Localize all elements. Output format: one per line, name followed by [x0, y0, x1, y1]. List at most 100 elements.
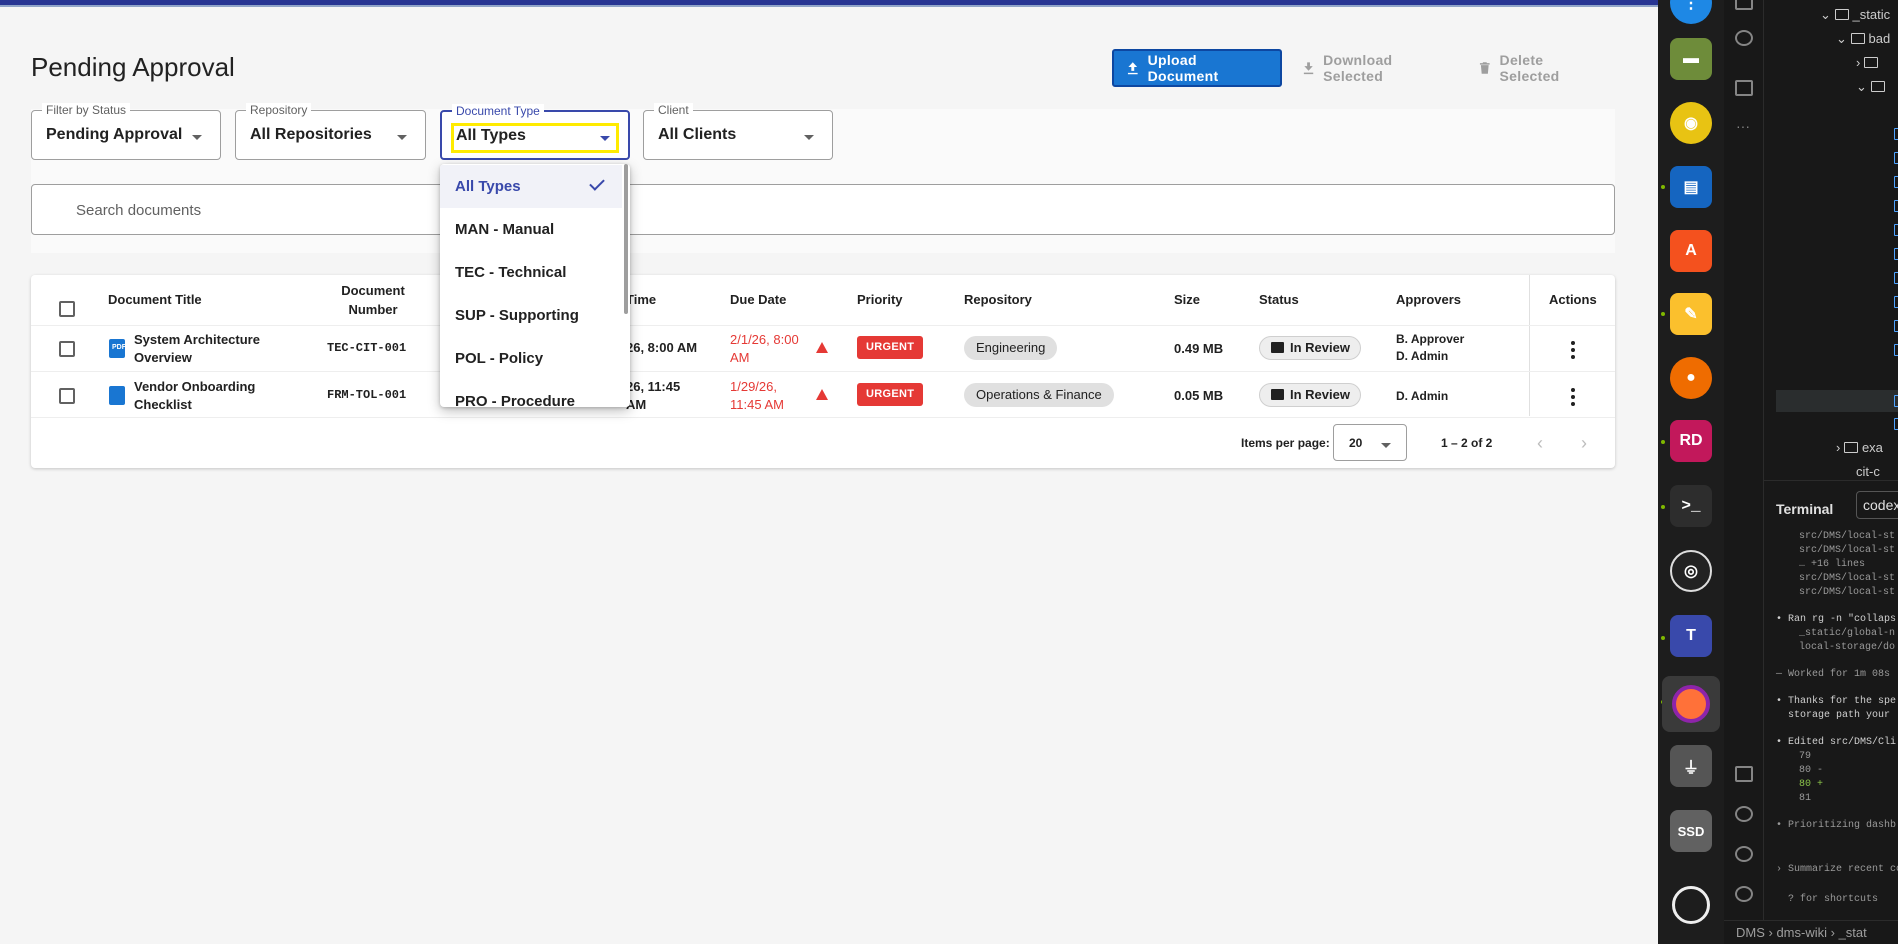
header-repository[interactable]: Repository [964, 290, 1032, 309]
more-icon[interactable]: ··· [1736, 118, 1750, 134]
select-all-checkbox[interactable] [59, 301, 75, 317]
previous-page-icon[interactable]: ‹ [1537, 434, 1543, 452]
terminal-prompt[interactable]: › Summarize recent co [1776, 864, 1898, 875]
file-icon [1894, 395, 1898, 407]
text-editor-icon[interactable]: ✎ [1670, 293, 1712, 335]
breadcrumb-item[interactable]: _stat [1839, 925, 1867, 940]
header-priority[interactable]: Priority [857, 290, 903, 309]
row-checkbox[interactable] [59, 341, 75, 357]
tree-folder[interactable]: › exa [1836, 440, 1883, 455]
teams-icon[interactable]: T [1670, 615, 1712, 657]
priority-badge: URGENT [857, 336, 924, 359]
tree-folder[interactable]: ⌄ _static [1820, 7, 1890, 23]
run-icon[interactable] [1735, 886, 1753, 902]
document-title[interactable]: Vendor Onboarding Checklist [134, 378, 274, 414]
row-divider [31, 371, 1615, 372]
usb-icon[interactable]: ⏚ [1670, 745, 1712, 787]
ssd-icon[interactable]: SSD [1670, 810, 1712, 852]
file-icon[interactable] [1894, 248, 1898, 260]
menu-item-technical[interactable]: TEC - Technical [440, 251, 622, 294]
menu-item-supporting[interactable]: SUP - Supporting [440, 294, 622, 337]
obs-icon[interactable]: ◎ [1670, 550, 1712, 592]
extensions-icon[interactable] [1735, 80, 1753, 96]
file-icon[interactable] [1894, 152, 1898, 164]
file-icon[interactable] [1894, 176, 1898, 188]
document-number: FRM-TOL-001 [327, 388, 407, 402]
file-icon[interactable] [1894, 344, 1898, 356]
tree-folder[interactable]: ⌄ bad [1836, 31, 1890, 47]
download-selected-button[interactable]: Download Selected [1290, 49, 1460, 87]
review-icon [1271, 342, 1284, 353]
header-status[interactable]: Status [1259, 290, 1299, 309]
terminal-line: — Worked for 1m 08s [1776, 669, 1891, 680]
breadcrumb-item[interactable]: dms-wiki [1776, 925, 1827, 940]
tree-folder[interactable]: ⌄ [1856, 79, 1889, 95]
header-approvers[interactable]: Approvers [1396, 290, 1461, 309]
info-icon[interactable]: ⋮ [1670, 0, 1712, 24]
terminal-line: 81 [1799, 793, 1812, 804]
tree-file[interactable]: cit-c [1856, 464, 1880, 479]
file-icon[interactable] [1894, 128, 1898, 140]
repository-chip: Engineering [964, 336, 1058, 360]
status-badge: In Review [1259, 383, 1361, 407]
search-field[interactable] [31, 184, 1615, 235]
menu-item-policy[interactable]: POL - Policy [440, 337, 622, 380]
delete-selected-button[interactable]: Delete Selected [1466, 49, 1616, 87]
vlc-icon[interactable]: ● [1670, 357, 1712, 399]
approvers-list: B. Approver D. Admin [1396, 331, 1464, 365]
writer-icon[interactable]: ▤ [1670, 166, 1712, 208]
file-icon[interactable] [1894, 200, 1898, 212]
header-document-title[interactable]: Document Title [108, 290, 202, 309]
status-filter-select[interactable]: Filter by Status Pending Approval [31, 103, 221, 160]
folder-icon [1870, 81, 1885, 92]
chevron-down-icon [1381, 443, 1391, 448]
tree-file-label: cit-c [1856, 464, 1880, 479]
document-number: TEC-CIT-001 [327, 341, 407, 355]
terminal-icon[interactable]: >_ [1670, 485, 1712, 527]
tree-selected-row[interactable] [1776, 390, 1898, 412]
row-checkbox[interactable] [59, 388, 75, 404]
client-filter-select[interactable]: Client All Clients [643, 103, 833, 160]
repository-filter-value: All Repositories [250, 126, 372, 143]
menu-item-procedure[interactable]: PRO - Procedure [440, 380, 622, 407]
header-document-number[interactable]: Document Number [336, 281, 410, 319]
pagination-range: 1 – 2 of 2 [1441, 436, 1493, 450]
ubuntu-icon[interactable] [1672, 886, 1710, 924]
source-control-icon[interactable] [1735, 30, 1753, 46]
document-title[interactable]: System Architecture Overview [134, 331, 274, 367]
download-icon [1303, 62, 1314, 75]
breadcrumb-item[interactable]: DMS [1736, 925, 1765, 940]
file-icon[interactable] [1894, 296, 1898, 308]
git-graph-icon[interactable] [1735, 846, 1753, 862]
file-icon[interactable] [1894, 272, 1898, 284]
menu-item-all-types[interactable]: All Types [440, 165, 622, 208]
header-size[interactable]: Size [1174, 290, 1200, 309]
document-type-filter-value: All Types [456, 127, 526, 144]
menu-item-manual[interactable]: MAN - Manual [440, 208, 622, 251]
app-center-icon[interactable]: A [1670, 230, 1712, 272]
header-due-date[interactable]: Due Date [730, 290, 786, 309]
document-type-filter-select[interactable]: Document Type All Types [440, 104, 630, 160]
upload-document-button[interactable]: Upload Document [1112, 49, 1282, 87]
repository-chip: Operations & Finance [964, 383, 1114, 407]
problems-icon[interactable] [1735, 806, 1753, 822]
terminal-panel-icon[interactable] [1735, 766, 1753, 782]
menu-scrollbar[interactable] [624, 164, 628, 314]
files-icon[interactable]: ▬ [1670, 38, 1712, 80]
more-actions-icon[interactable] [1571, 388, 1575, 406]
rider-icon[interactable]: RD [1670, 420, 1712, 462]
file-icon[interactable] [1894, 224, 1898, 236]
tree-folder[interactable]: › [1856, 55, 1882, 70]
client-filter-value: All Clients [658, 126, 737, 143]
terminal-tab[interactable]: codex [1856, 491, 1898, 519]
repository-filter-select[interactable]: Repository All Repositories [235, 103, 426, 160]
more-actions-icon[interactable] [1571, 341, 1575, 359]
items-per-page-select[interactable]: 20 [1333, 424, 1407, 461]
file-icon[interactable] [1894, 418, 1898, 430]
next-page-icon[interactable]: › [1581, 434, 1587, 452]
explorer-icon[interactable] [1735, 0, 1753, 10]
file-icon[interactable] [1894, 320, 1898, 332]
music-player-icon[interactable]: ◉ [1670, 102, 1712, 144]
firefox-icon[interactable] [1662, 676, 1720, 732]
header-time[interactable]: Time [626, 290, 656, 309]
